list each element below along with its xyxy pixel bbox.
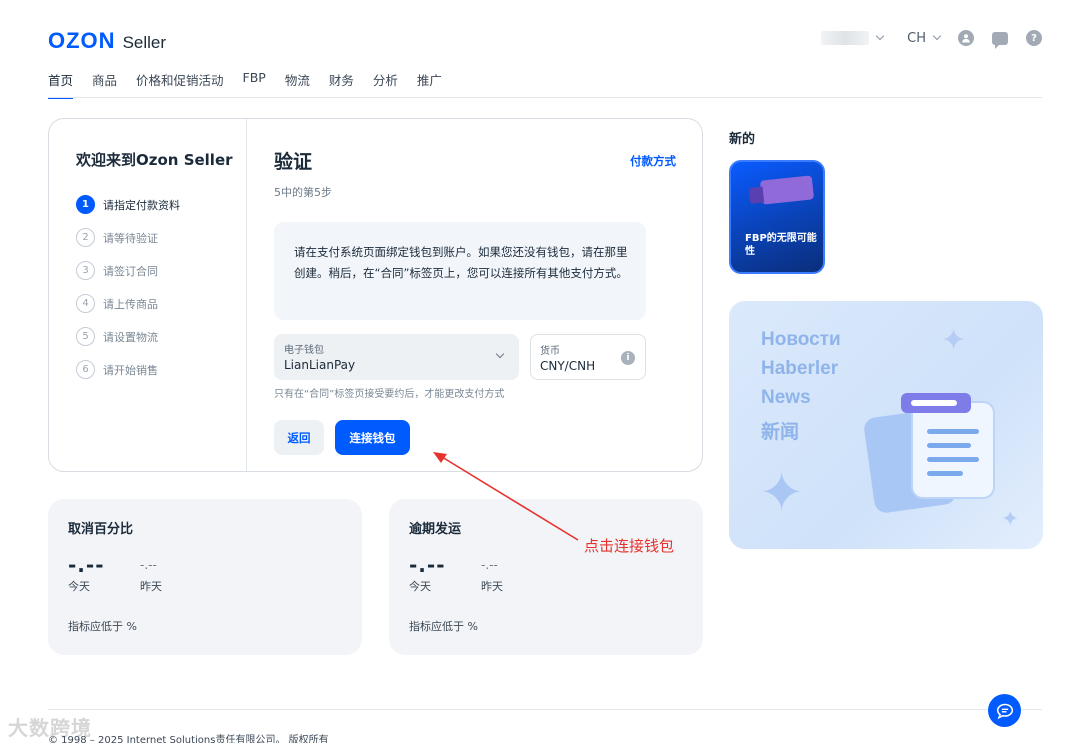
support-chat-button[interactable]	[988, 694, 1021, 727]
annotation-arrow	[433, 452, 579, 541]
annotation-label: 点击连接钱包	[584, 537, 675, 555]
footer-divider	[48, 709, 1042, 710]
chat-bubble-icon	[996, 703, 1013, 719]
copyright-text: © 1998 – 2025 Internet Solutions责任有限公司。 …	[48, 735, 329, 743]
